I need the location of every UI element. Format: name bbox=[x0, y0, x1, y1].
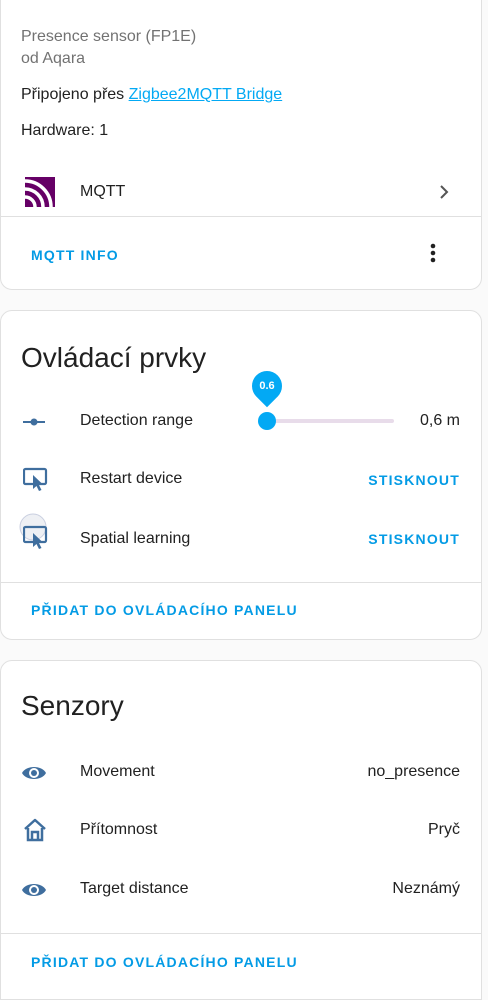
movement-label: Movement bbox=[80, 763, 155, 780]
more-options-icon[interactable] bbox=[429, 241, 437, 265]
movement-value: no_presence bbox=[367, 763, 460, 780]
mqtt-integration-row[interactable]: MQTT bbox=[1, 167, 483, 217]
divider bbox=[1, 216, 481, 217]
connected-via-prefix: Připojeno přes bbox=[21, 86, 129, 103]
add-to-dashboard-button[interactable]: PŘIDAT DO OVLÁDACÍHO PANELU bbox=[31, 602, 298, 618]
detection-range-slider-tooltip: 0.6 bbox=[245, 364, 289, 408]
controls-card: Ovládací prvky Detection range 0.6 0,6 m… bbox=[0, 310, 482, 640]
presence-label: Přítomnost bbox=[80, 821, 158, 838]
home-icon bbox=[24, 818, 46, 842]
restart-device-press-button[interactable]: STISKNOUT bbox=[368, 472, 460, 488]
device-manufacturer: od Aqara bbox=[21, 50, 86, 67]
target-distance-value: Neznámý bbox=[392, 880, 460, 897]
chevron-right-icon bbox=[440, 185, 449, 199]
add-to-dashboard-button[interactable]: PŘIDAT DO OVLÁDACÍHO PANELU bbox=[31, 954, 298, 970]
restart-device-icon bbox=[23, 467, 48, 491]
detection-range-slider-track[interactable] bbox=[259, 419, 394, 423]
target-distance-label: Target distance bbox=[80, 880, 189, 897]
sensors-card: Senzory Movement no_presence Přítomnost … bbox=[0, 660, 482, 1000]
restart-device-label: Restart device bbox=[80, 470, 183, 487]
mqtt-info-button[interactable]: MQTT INFO bbox=[31, 247, 119, 263]
eye-icon bbox=[22, 767, 46, 779]
eye-icon bbox=[22, 884, 46, 896]
connected-via: Připojeno přes Zigbee2MQTT Bridge bbox=[21, 85, 282, 105]
detection-range-value: 0,6 m bbox=[419, 412, 460, 429]
spatial-learning-icon bbox=[23, 525, 48, 549]
hardware-version: Hardware: 1 bbox=[21, 122, 109, 139]
mqtt-icon bbox=[25, 177, 55, 207]
mqtt-label: MQTT bbox=[80, 183, 126, 200]
slider-tooltip-value: 0.6 bbox=[259, 380, 275, 392]
spatial-learning-press-button[interactable]: STISKNOUT bbox=[368, 531, 460, 547]
divider bbox=[1, 582, 481, 583]
detection-range-slider-handle[interactable] bbox=[258, 412, 277, 430]
detection-range-label: Detection range bbox=[80, 412, 193, 429]
divider bbox=[1, 933, 481, 934]
range-icon bbox=[23, 418, 45, 426]
zigbee2mqtt-bridge-link[interactable]: Zigbee2MQTT Bridge bbox=[129, 86, 283, 103]
device-model: Presence sensor (FP1E) bbox=[21, 28, 197, 45]
sensors-title: Senzory bbox=[21, 690, 124, 721]
presence-value: Pryč bbox=[428, 821, 460, 838]
spatial-learning-label: Spatial learning bbox=[80, 530, 191, 547]
device-info-card: Presence sensor (FP1E) od Aqara Připojen… bbox=[0, 0, 482, 290]
controls-title: Ovládací prvky bbox=[21, 342, 207, 373]
